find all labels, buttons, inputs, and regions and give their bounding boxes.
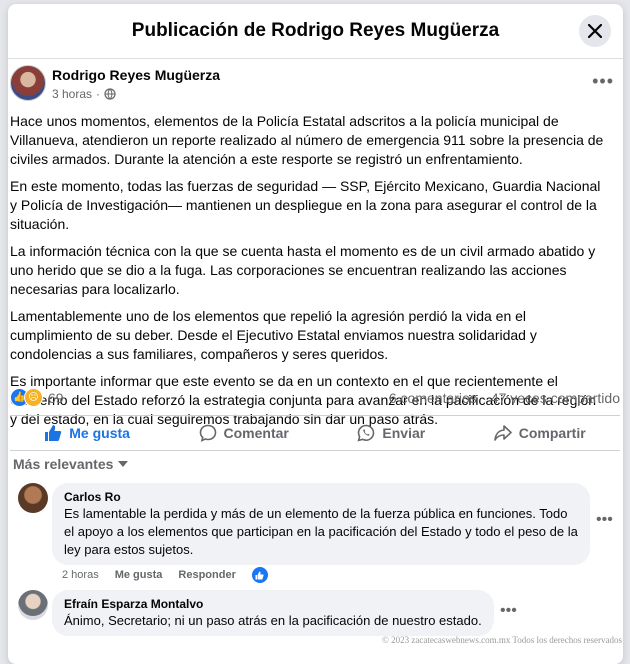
post-actions: Me gusta Comentar Enviar Compartir: [10, 415, 620, 451]
like-label: Me gusta: [69, 425, 130, 441]
author-name[interactable]: Rodrigo Reyes Mugüerza: [52, 67, 220, 83]
post-options-button[interactable]: •••: [592, 71, 614, 92]
globe-icon: [104, 88, 116, 100]
like-button[interactable]: Me gusta: [44, 424, 130, 442]
post-paragraph: La información técnica con la que se cue…: [10, 243, 596, 297]
caret-down-icon: [118, 461, 129, 467]
comments-count[interactable]: 6 comentarios: [389, 390, 477, 406]
post-paragraph: Hace unos momentos, elementos de la Poli…: [10, 113, 604, 167]
comment-options-button[interactable]: •••: [596, 511, 613, 529]
comment-reply-button[interactable]: Responder: [178, 569, 235, 581]
commenter-name[interactable]: Carlos Ro: [64, 489, 578, 505]
comment-item: Efraín Esparza Montalvo Ánimo, Secretari…: [10, 590, 606, 640]
reaction-count: 69: [48, 389, 64, 406]
meta-separator: ·: [96, 87, 101, 101]
shares-count[interactable]: 47 veces compartido: [491, 390, 620, 406]
comment-text: Ánimo, Secretario; ni un paso atrás en l…: [64, 613, 482, 628]
comment-bubble: Carlos Ro Es lamentable la perdida y más…: [52, 483, 590, 565]
commenter-avatar[interactable]: [18, 590, 48, 620]
thumbs-up-icon: [45, 425, 62, 441]
comment-button[interactable]: Comentar: [199, 424, 289, 442]
sad-reaction-icon: ☹: [24, 388, 43, 407]
share-icon: [493, 425, 512, 441]
share-button[interactable]: Compartir: [493, 424, 586, 442]
comment-like-reaction-icon: [251, 567, 268, 583]
comment-actions: 2 horas Me gusta Responder: [62, 567, 268, 583]
modal-header: Publicación de Rodrigo Reyes Mugüerza: [8, 4, 623, 59]
comment-label: Comentar: [223, 425, 289, 441]
close-icon: [588, 24, 602, 38]
author-avatar[interactable]: [10, 65, 46, 101]
comment-text: Es lamentable la perdida y más de un ele…: [64, 506, 578, 557]
comment-item: Carlos Ro Es lamentable la perdida y más…: [10, 483, 613, 593]
close-button[interactable]: [579, 15, 611, 47]
post-paragraph: En este momento, todas las fuerzas de se…: [10, 178, 601, 232]
modal-title: Publicación de Rodrigo Reyes Mugüerza: [131, 20, 500, 41]
comment-icon: [199, 424, 216, 442]
comment-like-button[interactable]: Me gusta: [115, 569, 163, 581]
reactions-summary[interactable]: 👍 ☹ 69: [10, 388, 64, 407]
post-stats: 👍 ☹ 69 6 comentarios 47 veces compartido: [10, 388, 620, 410]
commenter-avatar[interactable]: [18, 483, 48, 513]
post-time[interactable]: 3 horas: [52, 87, 92, 101]
send-label: Enviar: [382, 425, 426, 441]
sort-label: Más relevantes: [13, 456, 114, 472]
send-button[interactable]: Enviar: [357, 424, 425, 442]
comment-bubble: Efraín Esparza Montalvo Ánimo, Secretari…: [52, 590, 494, 636]
commenter-name[interactable]: Efraín Esparza Montalvo: [64, 596, 482, 612]
post-header: Rodrigo Reyes Mugüerza 3 horas · •••: [10, 65, 620, 105]
thumbs-up-icon: [255, 571, 264, 579]
whatsapp-icon: [357, 424, 375, 442]
comment-time[interactable]: 2 horas: [62, 569, 99, 581]
comment-options-button[interactable]: •••: [500, 602, 517, 620]
watermark: © 2023 zacatecaswebnews.com.mx Todos los…: [382, 635, 622, 645]
share-label: Compartir: [518, 425, 586, 441]
post-meta: 3 horas ·: [52, 87, 116, 101]
comment-sort-dropdown[interactable]: Más relevantes: [13, 456, 129, 472]
post-paragraph: Lamentablemente uno de los elementos que…: [10, 308, 537, 362]
